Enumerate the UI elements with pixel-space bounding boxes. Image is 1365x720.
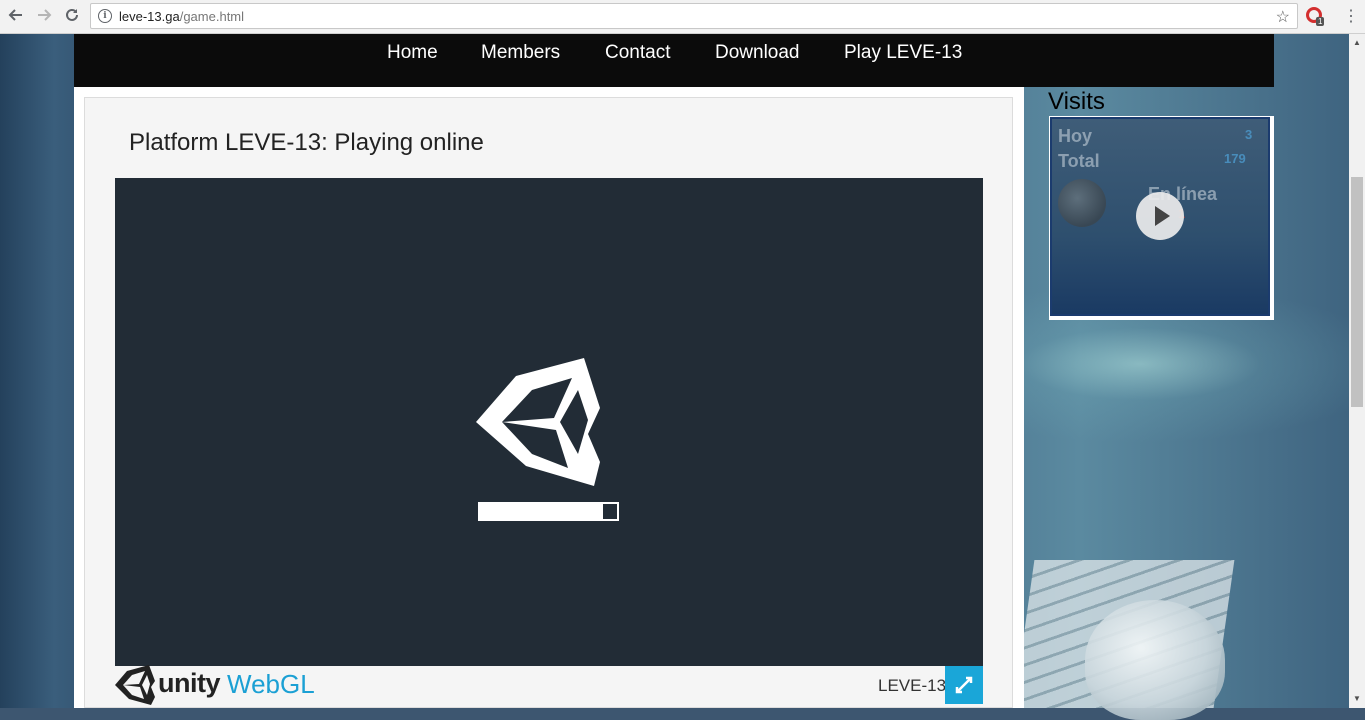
counter-total-label: Total [1058, 151, 1100, 171]
fullscreen-button[interactable] [945, 666, 983, 704]
browser-menu-icon[interactable]: ⋮ [1343, 6, 1359, 26]
scroll-down-icon[interactable]: ▼ [1349, 692, 1365, 706]
page-title: Platform LEVE-13: Playing online [129, 129, 484, 156]
visits-title: Visits [1048, 88, 1105, 115]
unity-wordmark: unity [158, 668, 221, 698]
site-nav: Home Members Contact Download Play LEVE-… [74, 34, 1274, 87]
info-icon[interactable]: i [98, 9, 112, 23]
address-bar[interactable]: i leve-13.ga/game.html ☆ [90, 3, 1298, 29]
play-icon [1155, 206, 1170, 226]
back-icon[interactable] [6, 7, 26, 27]
unity-logo-icon [476, 358, 600, 486]
webgl-wordmark: WebGL [227, 669, 315, 699]
unity-small-logo-icon [115, 665, 155, 705]
counter-today-value: 3 [1245, 127, 1253, 142]
nav-contact[interactable]: Contact [605, 42, 670, 64]
fullscreen-icon [955, 676, 973, 694]
nav-play[interactable]: Play LEVE-13 [844, 42, 962, 64]
reload-icon[interactable] [62, 7, 82, 27]
bookmark-star-icon[interactable]: ☆ [1276, 7, 1290, 27]
scrollbar-thumb[interactable] [1351, 177, 1363, 407]
game-title-label: LEVE-13 [878, 676, 947, 695]
url-host: leve-13.ga [119, 9, 180, 24]
url-path: /game.html [179, 9, 245, 24]
nav-download[interactable]: Download [715, 42, 800, 64]
browser-toolbar: i leve-13.ga/game.html ☆ 1 ⋮ [0, 0, 1365, 34]
nav-home[interactable]: Home [387, 42, 438, 64]
nav-members[interactable]: Members [481, 42, 560, 64]
counter-total-value: 179 [1224, 151, 1246, 166]
forward-icon[interactable] [34, 7, 54, 27]
play-button[interactable] [1136, 192, 1184, 240]
loading-bar-fill [478, 502, 603, 521]
globe-icon [1058, 179, 1106, 227]
scroll-up-icon[interactable]: ▲ [1349, 36, 1365, 50]
extension-badge: 1 [1316, 17, 1325, 26]
mouse-background-image [1085, 600, 1225, 720]
counter-today-label: Hoy [1058, 126, 1093, 146]
url-text[interactable]: leve-13.ga/game.html [119, 9, 244, 24]
